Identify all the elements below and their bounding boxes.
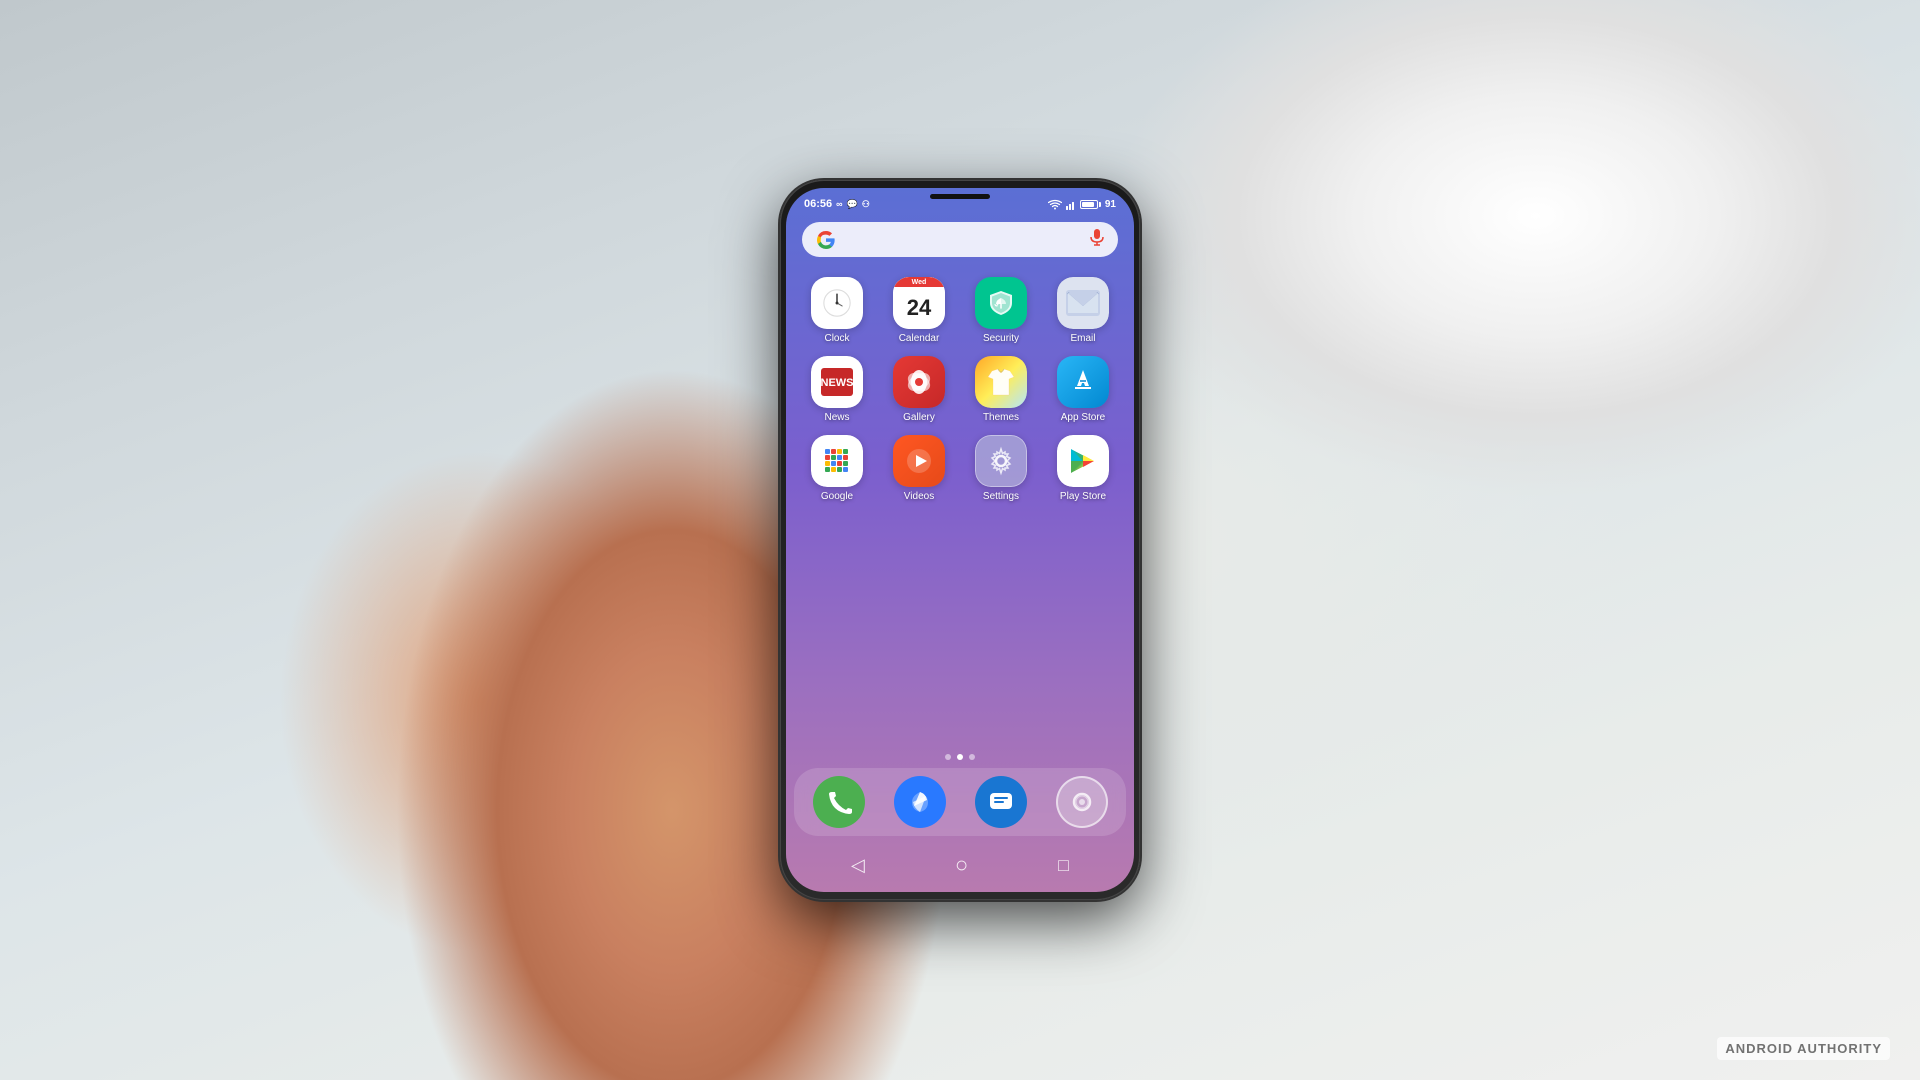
app-item-videos[interactable]: Videos [885, 435, 953, 502]
app-row-3: Google Videos [796, 431, 1124, 506]
dock-browser[interactable] [886, 776, 954, 828]
security-label: Security [983, 333, 1019, 344]
gallery-icon [893, 356, 945, 408]
recent-button[interactable]: □ [1058, 855, 1069, 876]
page-indicator [786, 750, 1134, 764]
themes-label: Themes [983, 412, 1019, 423]
app-row-2: NEWS News [796, 352, 1124, 427]
extra-status-icon: ⚇ [862, 199, 870, 210]
videos-label: Videos [904, 491, 934, 502]
dock-camera[interactable] [1048, 776, 1116, 828]
dock-messages[interactable] [967, 776, 1035, 828]
appstore-icon [1057, 356, 1109, 408]
appstore-label: App Store [1061, 412, 1105, 423]
app-item-appstore[interactable]: App Store [1049, 356, 1117, 423]
message-status-icon: 💬 [847, 199, 858, 210]
status-bar: 06:56 ∞ 💬 ⚇ [786, 188, 1134, 214]
calendar-label: Calendar [899, 333, 940, 344]
calendar-date: 24 [893, 287, 945, 329]
google-app-icon [811, 435, 863, 487]
email-label: Email [1070, 333, 1095, 344]
battery-indicator [1080, 200, 1101, 209]
phone-device: 06:56 ∞ 💬 ⚇ [780, 180, 1140, 900]
phone-speaker [930, 194, 990, 199]
status-time: 06:56 [804, 198, 832, 210]
battery-level: 91 [1105, 199, 1116, 210]
browser-icon [894, 776, 946, 828]
email-icon [1057, 277, 1109, 329]
status-left: 06:56 ∞ 💬 ⚇ [804, 198, 870, 210]
playstore-icon [1057, 435, 1109, 487]
infinity-icon: ∞ [836, 199, 842, 209]
clock-label: Clock [824, 333, 849, 344]
news-label: News [824, 412, 849, 423]
svg-text:NEWS: NEWS [821, 377, 854, 389]
status-right: 91 [1048, 199, 1116, 210]
app-item-security[interactable]: Security [967, 277, 1035, 344]
app-item-clock[interactable]: Clock [803, 277, 871, 344]
app-row-1: Clock Wed 24 Calendar [796, 273, 1124, 348]
dock [794, 768, 1126, 836]
videos-icon [893, 435, 945, 487]
signal-icon [1066, 199, 1076, 210]
phone-call-icon [813, 776, 865, 828]
watermark: ANDROID AUTHORITY [1717, 1037, 1890, 1060]
app-item-playstore[interactable]: Play Store [1049, 435, 1117, 502]
calendar-icon: Wed 24 [893, 277, 945, 329]
dot-1 [945, 754, 951, 760]
home-button[interactable]: ○ [955, 852, 968, 878]
google-label: Google [821, 491, 853, 502]
calendar-day: Wed [893, 277, 945, 287]
camera-icon [1056, 776, 1108, 828]
search-bar-container[interactable] [786, 214, 1134, 263]
back-button[interactable]: ◁ [851, 855, 865, 876]
phone-screen: 06:56 ∞ 💬 ⚇ [786, 188, 1134, 892]
settings-icon [975, 435, 1027, 487]
app-item-news[interactable]: NEWS News [803, 356, 871, 423]
news-icon: NEWS [811, 356, 863, 408]
wifi-icon [1048, 199, 1062, 210]
app-item-google[interactable]: Google [803, 435, 871, 502]
settings-label: Settings [983, 491, 1019, 502]
app-item-calendar[interactable]: Wed 24 Calendar [885, 277, 953, 344]
dock-phone[interactable] [805, 776, 873, 828]
nav-bar: ◁ ○ □ [786, 844, 1134, 892]
app-item-email[interactable]: Email [1049, 277, 1117, 344]
playstore-label: Play Store [1060, 491, 1106, 502]
clock-icon [811, 277, 863, 329]
search-bar[interactable] [802, 222, 1118, 257]
gallery-label: Gallery [903, 412, 935, 423]
app-item-themes[interactable]: Themes [967, 356, 1035, 423]
app-item-settings[interactable]: Settings [967, 435, 1035, 502]
dot-2 [957, 754, 963, 760]
app-grid: Clock Wed 24 Calendar [786, 263, 1134, 750]
google-logo [816, 230, 836, 250]
app-item-gallery[interactable]: Gallery [885, 356, 953, 423]
themes-icon [975, 356, 1027, 408]
messages-icon [975, 776, 1027, 828]
mic-icon[interactable] [1090, 229, 1104, 250]
security-icon [975, 277, 1027, 329]
dot-3 [969, 754, 975, 760]
scene: 06:56 ∞ 💬 ⚇ [0, 0, 1920, 1080]
